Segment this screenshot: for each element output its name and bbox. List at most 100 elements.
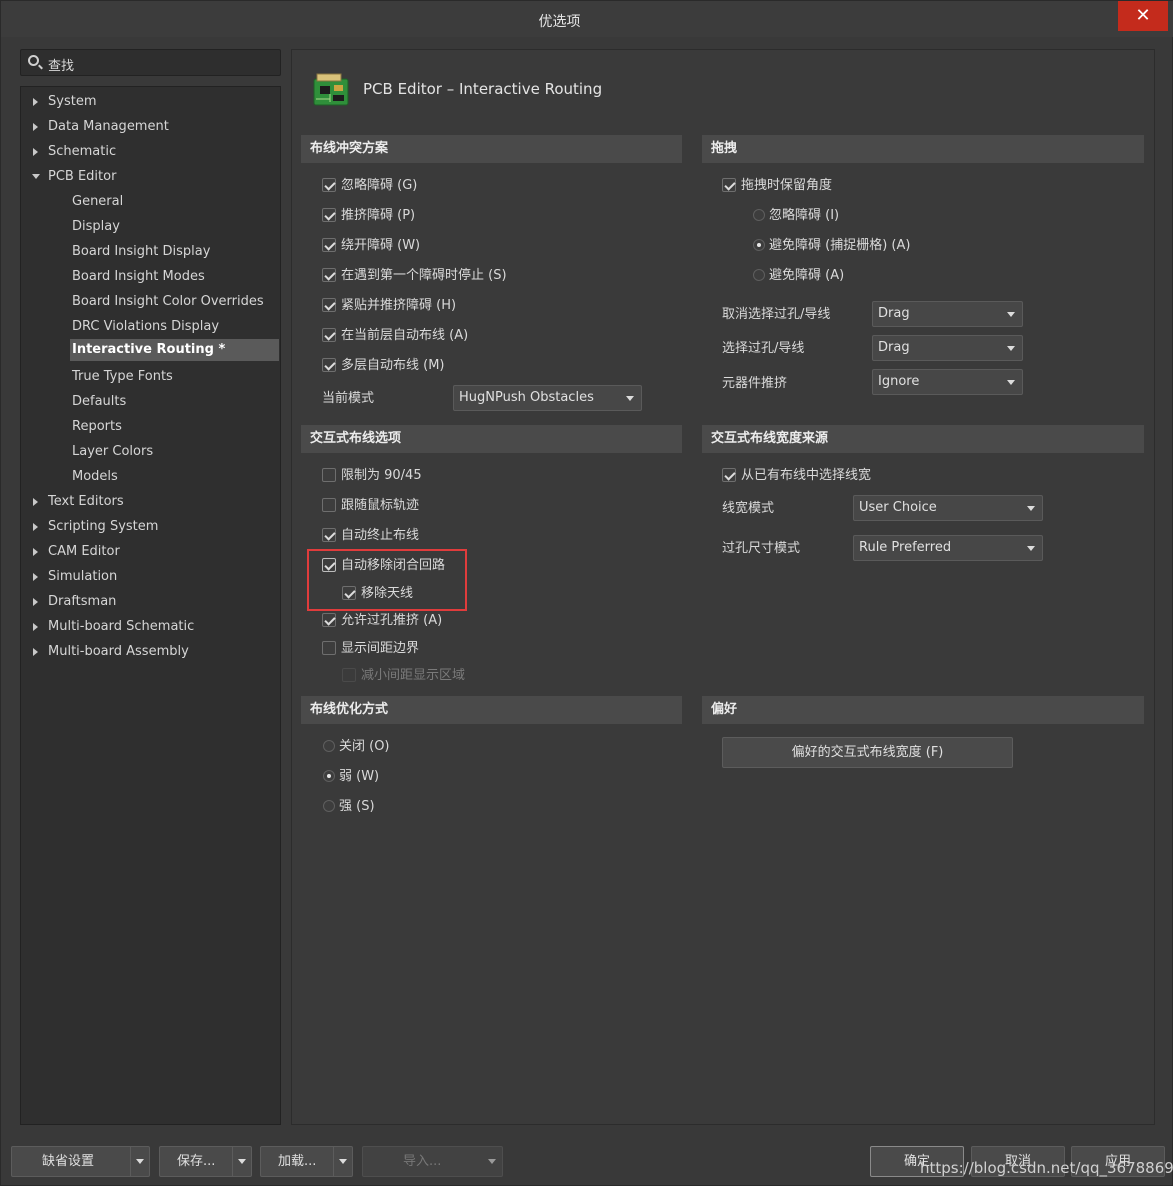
via-size-mode-dropdown[interactable]: Rule Preferred [853,535,1043,561]
expand-arrow-icon[interactable] [33,498,38,506]
collapse-arrow-icon[interactable] [32,174,40,179]
preferences-tree[interactable]: System Data Management Schematic PCB Edi… [20,86,281,1125]
radio-drag-ignore[interactable] [753,209,765,221]
tree-item-defaults[interactable]: Defaults [72,391,126,413]
radio-label: 关闭 (O) [339,739,390,754]
tree-item-interactive-routing[interactable]: Interactive Routing * [70,339,279,361]
checkbox-push-obstacles[interactable] [322,208,336,222]
unselected-via-track-dropdown[interactable]: Drag [872,301,1023,327]
checkbox-display-clearance[interactable] [322,641,336,655]
expand-arrow-icon[interactable] [33,623,38,631]
checkbox-stop-at-first[interactable] [322,268,336,282]
expand-arrow-icon[interactable] [33,98,38,106]
current-mode-dropdown[interactable]: HugNPush Obstacles [453,385,642,411]
dropdown-value: Drag [878,306,910,321]
chevron-down-icon [1007,346,1015,351]
checkbox-hug-and-push[interactable] [322,298,336,312]
tree-item-layer-colors[interactable]: Layer Colors [72,441,153,463]
field-label: 元器件推挤 [722,376,788,391]
default-settings-button[interactable]: 缺省设置 [11,1146,150,1177]
expand-arrow-icon[interactable] [33,548,38,556]
tree-item-pcb-editor[interactable]: PCB Editor [48,166,116,188]
checkbox-label: 显示间距边界 [341,641,420,656]
tree-item-system[interactable]: System [48,91,96,113]
dropdown-value: Ignore [878,374,920,389]
checkbox-auto-terminate[interactable] [322,528,336,542]
tree-item-text-editors[interactable]: Text Editors [48,491,124,513]
radio-label: 强 (S) [339,799,375,814]
import-button: 导入... [362,1146,503,1177]
section-header-drag: 拖拽 [702,135,1144,163]
checkbox-ignore-obstacles[interactable] [322,178,336,192]
checkbox-label: 减小间距显示区域 [361,668,466,683]
radio-drag-avoid[interactable] [753,269,765,281]
checkbox-restrict-90-45[interactable] [322,468,336,482]
checkbox-label: 跟随鼠标轨迹 [341,498,420,513]
close-button[interactable]: ✕ [1118,1,1168,31]
checkbox-label: 绕开障碍 (W) [341,238,421,253]
chevron-down-icon [483,1147,502,1176]
tree-item-board-insight-color-overrides[interactable]: Board Insight Color Overrides [72,291,264,313]
dropdown-value: Rule Preferred [859,540,952,555]
expand-arrow-icon[interactable] [33,598,38,606]
track-width-mode-dropdown[interactable]: User Choice [853,495,1043,521]
expand-arrow-icon[interactable] [33,573,38,581]
tree-item-reports[interactable]: Reports [72,416,122,438]
radio-drag-avoid-snap[interactable] [753,239,765,251]
dropdown-value: Drag [878,340,910,355]
checkbox-autoroute-multilayer[interactable] [322,358,336,372]
radio-optimize-off[interactable] [323,740,335,752]
expand-arrow-icon[interactable] [33,123,38,131]
tree-item-models[interactable]: Models [72,466,118,488]
tree-item-multi-board-assembly[interactable]: Multi-board Assembly [48,641,189,663]
checkbox-follow-mouse-trail[interactable] [322,498,336,512]
tree-item-simulation[interactable]: Simulation [48,566,117,588]
checkbox-label: 拖拽时保留角度 [741,178,833,193]
expand-arrow-icon[interactable] [33,648,38,656]
tree-item-drc-violations-display[interactable]: DRC Violations Display [72,316,219,338]
tree-item-scripting-system[interactable]: Scripting System [48,516,158,538]
chevron-down-icon[interactable] [130,1147,149,1176]
tree-item-draftsman[interactable]: Draftsman [48,591,116,613]
checkbox-label: 在遇到第一个障碍时停止 (S) [341,268,507,283]
checkbox-preserve-angle[interactable] [722,178,736,192]
tree-item-board-insight-display[interactable]: Board Insight Display [72,241,210,263]
load-button[interactable]: 加载... [260,1146,353,1177]
tree-item-true-type-fonts[interactable]: True Type Fonts [72,366,173,388]
checkbox-pick-existing-width[interactable] [722,468,736,482]
selected-via-track-dropdown[interactable]: Drag [872,335,1023,361]
tree-item-display[interactable]: Display [72,216,120,238]
checkbox-label: 允许过孔推挤 (A) [341,613,443,628]
checkbox-label: 紧贴并推挤障碍 (H) [341,298,457,313]
checkbox-walkaround-obstacles[interactable] [322,238,336,252]
current-mode-label: 当前模式 [322,391,375,406]
radio-optimize-strong[interactable] [323,800,335,812]
checkbox-allow-via-pushing[interactable] [322,613,336,627]
dropdown-value: HugNPush Obstacles [459,390,594,405]
radio-optimize-weak[interactable] [323,770,335,782]
tree-item-board-insight-modes[interactable]: Board Insight Modes [72,266,205,288]
favorite-widths-button[interactable]: 偏好的交互式布线宽度 (F) [722,737,1013,768]
checkbox-autoroute-current-layer[interactable] [322,328,336,342]
page-title: PCB Editor – Interactive Routing [363,80,603,98]
chevron-down-icon [1007,380,1015,385]
expand-arrow-icon[interactable] [33,148,38,156]
chevron-down-icon[interactable] [333,1147,352,1176]
tree-item-data-management[interactable]: Data Management [48,116,169,138]
chevron-down-icon[interactable] [232,1147,251,1176]
tree-item-cam-editor[interactable]: CAM Editor [48,541,120,563]
tree-item-multi-board-schematic[interactable]: Multi-board Schematic [48,616,194,638]
chevron-down-icon [1007,312,1015,317]
search-input[interactable]: 查找 [20,49,281,76]
tree-item-schematic[interactable]: Schematic [48,141,116,163]
save-button[interactable]: 保存... [159,1146,252,1177]
component-pushing-dropdown[interactable]: Ignore [872,369,1023,395]
expand-arrow-icon[interactable] [33,523,38,531]
tree-item-general[interactable]: General [72,191,123,213]
chevron-down-icon [1027,506,1035,511]
section-header-width-source: 交互式布线宽度来源 [702,425,1144,453]
preferences-dialog: 优选项 ✕ 查找 System Data Management Schemati… [0,0,1173,1186]
search-placeholder: 查找 [48,59,75,74]
checkbox-label: 多层自动布线 (M) [341,358,445,373]
checkbox-reduce-clearance-area [342,668,356,682]
